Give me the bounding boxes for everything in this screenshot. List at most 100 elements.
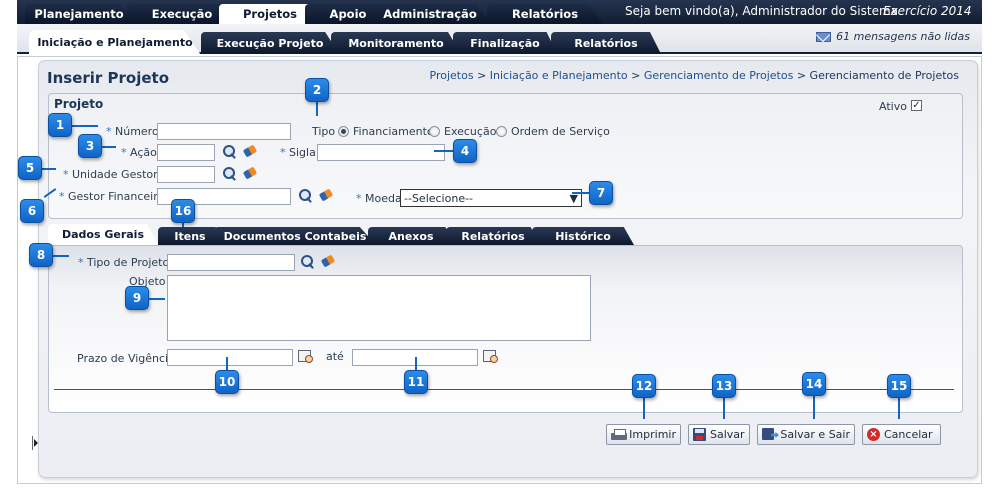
tipo-projeto-input[interactable]	[167, 254, 295, 271]
callout-line	[226, 357, 228, 370]
acao-input[interactable]	[157, 144, 215, 161]
gestor-search-icon[interactable]	[299, 189, 312, 202]
gestor-eraser-icon[interactable]	[319, 190, 333, 201]
callout-14: 14	[802, 372, 826, 396]
callout-10: 10	[215, 370, 239, 394]
tipo-radio-financiamento[interactable]	[338, 126, 349, 137]
floppy-icon	[693, 428, 706, 441]
breadcrumb-sep: >	[796, 69, 807, 82]
acao-label: * Ação	[121, 146, 157, 159]
tipo-option-ordem-servico: Ordem de Serviço	[511, 125, 610, 138]
cancelar-button[interactable]: × Cancelar	[862, 424, 941, 445]
tab-dados-gerais[interactable]: Dados Gerais	[48, 224, 158, 245]
breadcrumb: Projetos > Iniciação e Planejamento > Ge…	[430, 69, 960, 82]
prazo-vigencia-label: Prazo de Vigência	[77, 352, 175, 365]
moeda-label-text: Moeda	[365, 192, 402, 205]
tipo-option-execucao: Execução	[444, 125, 497, 138]
imprimir-label: Imprimir	[629, 428, 676, 441]
calendar-icon[interactable]	[483, 349, 498, 363]
tipo-projeto-eraser-icon[interactable]	[321, 256, 335, 267]
nav-tab-relatorios[interactable]: Relatórios	[487, 4, 603, 24]
required-mark: *	[121, 146, 127, 159]
required-mark: *	[59, 190, 65, 203]
required-mark: *	[78, 256, 84, 269]
tipo-option-financiamento: Financiamento	[353, 125, 434, 138]
objeto-textarea[interactable]	[167, 275, 591, 341]
nav-tab-planejamento[interactable]: Planejamento	[25, 4, 133, 24]
numero-label-text: Número	[115, 125, 159, 138]
callout-1: 1	[48, 113, 72, 137]
imprimir-button[interactable]: Imprimir	[606, 424, 681, 445]
subtab-relatorios[interactable]: Relatórios	[551, 32, 661, 54]
subtab-finalizacao[interactable]: Finalização	[453, 32, 557, 54]
tipo-label: Tipo	[312, 125, 336, 138]
cancelar-label: Cancelar	[884, 428, 933, 441]
callout-11: 11	[404, 370, 428, 394]
breadcrumb-sep: >	[631, 69, 641, 82]
main-panel: Inserir Projeto Projetos > Iniciação e P…	[17, 56, 982, 484]
content-area: Inserir Projeto Projetos > Iniciação e P…	[38, 60, 978, 478]
callout-line	[42, 168, 56, 170]
callout-line	[898, 398, 900, 419]
moeda-select[interactable]: --Selecione-- ▼	[400, 189, 582, 207]
required-mark: *	[106, 125, 112, 138]
callout-16: 16	[171, 199, 195, 223]
unidade-gestora-label-text: Unidade Gestora	[72, 168, 165, 181]
callout-7: 7	[589, 181, 613, 205]
exercicio-label[interactable]: Exercício 2014	[883, 4, 972, 18]
unidade-search-icon[interactable]	[223, 167, 236, 180]
numero-label: * Número	[106, 125, 159, 138]
sigla-label-text: Sigla	[289, 146, 316, 159]
breadcrumb-sep: >	[477, 69, 487, 82]
callout-6: 6	[20, 199, 44, 223]
messages-count: 61 mensagens não lidas	[836, 30, 970, 43]
required-mark: *	[63, 168, 69, 181]
callout-15: 15	[887, 374, 911, 398]
sidebar-toggle-icon[interactable]	[32, 436, 38, 450]
callout-9: 9	[125, 286, 149, 310]
callout-line	[723, 398, 725, 419]
sigla-input[interactable]	[317, 144, 445, 161]
page-title: Inserir Projeto	[47, 69, 170, 87]
subtab-monitoramento[interactable]: Monitoramento	[331, 32, 461, 54]
callout-13: 13	[712, 374, 736, 398]
prazo-inicio-input[interactable]	[167, 349, 293, 366]
callout-line	[813, 396, 815, 419]
unidade-eraser-icon[interactable]	[243, 168, 257, 179]
tab-anexos[interactable]: Anexos	[368, 227, 454, 245]
tab-documentos-contabeis[interactable]: Documentos Contabeis	[214, 227, 376, 245]
unidade-gestora-input[interactable]	[157, 166, 215, 183]
calendar-icon[interactable]	[298, 349, 313, 363]
numero-input[interactable]	[157, 123, 291, 140]
callout-line	[316, 102, 318, 116]
tipo-radio-ordem-servico[interactable]	[496, 126, 507, 137]
cancel-icon: ×	[867, 428, 880, 441]
callout-line	[643, 398, 645, 419]
breadcrumb-projetos[interactable]: Projetos	[430, 69, 474, 82]
tipo-projeto-search-icon[interactable]	[301, 255, 314, 268]
subtab-iniciacao[interactable]: Iniciação e Planejamento	[29, 30, 201, 55]
breadcrumb-gerenciamento[interactable]: Gerenciamento de Projetos	[644, 69, 793, 82]
mail-icon	[816, 31, 832, 42]
callout-line	[434, 150, 453, 152]
required-mark: *	[356, 192, 362, 205]
ativo-checkbox[interactable]: ✓	[911, 100, 922, 111]
breadcrumb-iniciacao[interactable]: Iniciação e Planejamento	[490, 69, 628, 82]
acao-search-icon[interactable]	[223, 145, 236, 158]
acao-eraser-icon[interactable]	[243, 146, 257, 157]
sigla-label: * Sigla	[280, 146, 316, 159]
subtab-execucao-projeto[interactable]: Execução Projeto	[201, 32, 339, 54]
callout-line	[572, 192, 589, 194]
nav-tab-administracao[interactable]: Administração	[369, 4, 491, 24]
tab-historico[interactable]: Histórico	[532, 227, 634, 245]
tipo-radio-execucao[interactable]	[429, 126, 440, 137]
callout-line	[72, 125, 98, 127]
messages-link[interactable]: 61 mensagens não lidas	[816, 30, 970, 43]
gestor-financeiro-label-text: Gestor Financeiro	[68, 190, 165, 203]
salvar-button[interactable]: Salvar	[688, 424, 750, 445]
tab-itens[interactable]: Itens	[158, 227, 222, 245]
salvar-sair-button[interactable]: Salvar e Sair	[757, 424, 855, 445]
tab-relatorios[interactable]: Relatórios	[446, 227, 540, 245]
callout-3: 3	[78, 134, 102, 158]
salvar-label: Salvar	[710, 428, 745, 441]
